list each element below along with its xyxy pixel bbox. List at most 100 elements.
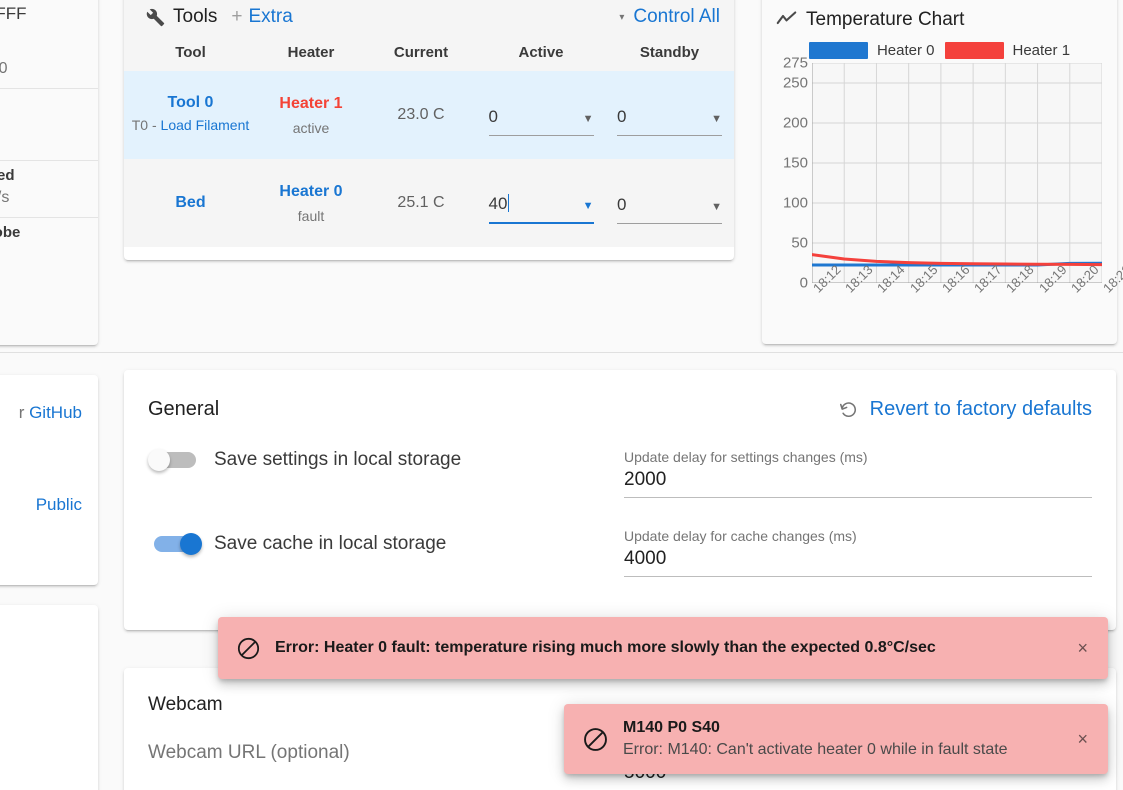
legend-swatch-heater1 xyxy=(944,42,1004,59)
general-settings-body: Save settings in local storage Save cach… xyxy=(124,421,1116,617)
toggle-save-settings-in-local-storage[interactable] xyxy=(148,449,202,471)
table-row[interactable]: Tool 0 T0 - Load Filament Heater 1 activ… xyxy=(124,71,734,159)
error-toast-heater-fault[interactable]: Error: Heater 0 fault: temperature risin… xyxy=(218,617,1108,679)
tool-name-label[interactable]: Bed xyxy=(124,194,257,212)
general-settings-panel: General Revert to factory defaults Save … xyxy=(124,370,1116,630)
webcam-url-column: Webcam URL (optional) xyxy=(148,742,616,790)
heater-cell[interactable]: Heater 0 fault xyxy=(257,159,365,247)
standby-temp-cell[interactable]: 0 ▼ xyxy=(605,71,734,159)
toast-body: Error: Heater 0 fault: temperature risin… xyxy=(275,637,1071,659)
active-temp-input[interactable]: 40 ▼ xyxy=(488,182,594,224)
settings-toggles-column: Save settings in local storage Save cach… xyxy=(148,449,616,617)
current-temp-value: 25.1 C xyxy=(397,194,445,211)
speed-label: Speed xyxy=(0,167,15,184)
tools-panel-header: Tools + Extra ▾ Control All xyxy=(124,0,734,38)
table-row[interactable]: Bed Heater 0 fault 25.1 C 40 ▼ 0 ▼ xyxy=(124,159,734,247)
status-blank-row xyxy=(0,89,98,161)
chart-canvas xyxy=(812,63,1102,283)
field-update-delay-settings[interactable]: Update delay for settings changes (ms) 2… xyxy=(624,449,1092,498)
chevron-down-icon[interactable]: ▼ xyxy=(583,113,594,131)
tools-table: Tool Heater Current Active Standby Tool … xyxy=(124,38,734,247)
standby-temp-input[interactable]: 0 ▼ xyxy=(617,95,722,136)
status-zprobe-row: Z-Probe 0 xyxy=(0,218,98,274)
chart-y-tick-label: 50 xyxy=(791,234,808,252)
legend-label-heater1: Heater 1 xyxy=(1012,42,1071,59)
control-all-link[interactable]: Control All xyxy=(633,6,720,28)
input-underline xyxy=(488,222,594,224)
revert-to-factory-defaults-link[interactable]: Revert to factory defaults xyxy=(870,398,1092,421)
column-header-standby: Standby xyxy=(605,38,734,71)
standby-temp-input[interactable]: 0 ▼ xyxy=(617,183,722,224)
heater-name-label[interactable]: Heater 1 xyxy=(257,95,365,113)
toggle-row-save-cache[interactable]: Save cache in local storage xyxy=(148,533,616,555)
tool-cell[interactable]: Bed xyxy=(124,159,257,247)
chevron-down-icon[interactable]: ▼ xyxy=(583,200,594,218)
tool-sub-prefix: T0 - xyxy=(131,117,161,134)
chart-x-tick-label: 18:21 xyxy=(1100,261,1123,296)
block-icon xyxy=(582,726,609,753)
settings-fields-column: Update delay for settings changes (ms) 2… xyxy=(616,449,1092,617)
error-toast-m140[interactable]: M140 P0 S40 Error: M140: Can't activate … xyxy=(564,704,1108,774)
tools-panel: Tools + Extra ▾ Control All Tool Heater … xyxy=(124,0,734,260)
field-label: Update delay for cache changes (ms) xyxy=(624,528,857,544)
github-link[interactable]: GitHub xyxy=(29,403,82,422)
toast-title: Error: Heater 0 fault: temperature risin… xyxy=(275,639,936,657)
field-update-delay-cache[interactable]: Update delay for cache changes (ms) 4000 xyxy=(624,528,1092,577)
toggle-row-save-settings[interactable]: Save settings in local storage xyxy=(148,449,616,471)
public-link[interactable]: Public xyxy=(36,495,82,514)
legend-item-heater1[interactable]: Heater 1 xyxy=(944,42,1071,59)
field-webcam-url[interactable]: Webcam URL (optional) xyxy=(148,742,616,764)
chart-plot-area[interactable]: 0 50 100 150 200 250 275 18:12 18:13 18:14 18:15 1… xyxy=(762,55,1123,328)
chevron-down-icon[interactable]: ▼ xyxy=(711,113,722,131)
load-filament-link[interactable]: Load Filament xyxy=(161,117,250,133)
legend-item-heater0[interactable]: Heater 0 xyxy=(808,42,935,59)
tool-cell[interactable]: Tool 0 T0 - Load Filament xyxy=(124,71,257,159)
close-icon[interactable]: × xyxy=(1071,638,1094,659)
about-line-3: Public xyxy=(0,477,98,523)
input-underline xyxy=(624,576,1092,577)
field-label: Update delay for settings changes (ms) xyxy=(624,449,868,465)
active-temp-cell[interactable]: 0 ▼ xyxy=(477,71,605,159)
standby-temp-value: 0 xyxy=(617,194,627,214)
current-temp-cell: 25.1 C xyxy=(365,159,477,247)
chevron-down-icon[interactable]: ▼ xyxy=(711,201,722,219)
field-value[interactable]: 2000 xyxy=(624,469,1092,497)
add-extra-plus-icon[interactable]: + xyxy=(231,6,242,28)
column-header-active: Active xyxy=(477,38,605,71)
text-cursor xyxy=(508,194,510,212)
toggle-thumb xyxy=(180,533,202,555)
status-mode-row: ode: FFF Z 0.00 xyxy=(0,0,98,89)
axis-label-z: Z xyxy=(0,38,82,55)
heater-state-label: fault xyxy=(297,207,325,224)
toggle-save-cache-in-local-storage[interactable] xyxy=(148,533,202,555)
active-temp-cell[interactable]: 40 ▼ xyxy=(477,159,605,247)
chart-y-tick-label: 275 xyxy=(782,54,808,72)
general-section-title: General xyxy=(148,398,220,420)
active-temp-input[interactable]: 0 ▼ xyxy=(488,95,594,136)
about-line-1: r GitHub xyxy=(18,403,82,422)
general-settings-header: General Revert to factory defaults xyxy=(124,370,1116,421)
extra-link[interactable]: Extra xyxy=(248,6,292,28)
standby-temp-cell[interactable]: 0 ▼ xyxy=(605,159,734,247)
line-chart-icon xyxy=(776,9,797,30)
toggle-label-save-settings: Save settings in local storage xyxy=(214,449,462,470)
heater-cell[interactable]: Heater 1 active xyxy=(257,71,365,159)
toggle-label-save-cache: Save cache in local storage xyxy=(214,533,447,554)
chevron-down-icon[interactable]: ▾ xyxy=(619,12,624,23)
webcam-section-title: Webcam xyxy=(148,694,223,715)
block-icon xyxy=(236,636,261,661)
toast-title: M140 P0 S40 xyxy=(623,719,720,737)
chart-title: Temperature Chart xyxy=(806,8,965,30)
tools-panel-title: Tools xyxy=(173,6,218,27)
field-value[interactable]: 4000 xyxy=(624,548,1092,576)
chart-y-tick-label: 100 xyxy=(782,194,808,212)
tool-name-label[interactable]: Tool 0 xyxy=(124,94,257,112)
heater-name-label[interactable]: Heater 0 xyxy=(257,183,365,201)
zprobe-value: 0 xyxy=(0,246,82,264)
revert-icon[interactable] xyxy=(838,399,860,421)
column-header-tool: Tool xyxy=(124,38,257,71)
close-icon[interactable]: × xyxy=(1071,729,1094,750)
tools-table-header-row: Tool Heater Current Active Standby xyxy=(124,38,734,71)
column-header-heater: Heater xyxy=(257,38,365,71)
chart-y-tick-label: 0 xyxy=(799,274,808,292)
